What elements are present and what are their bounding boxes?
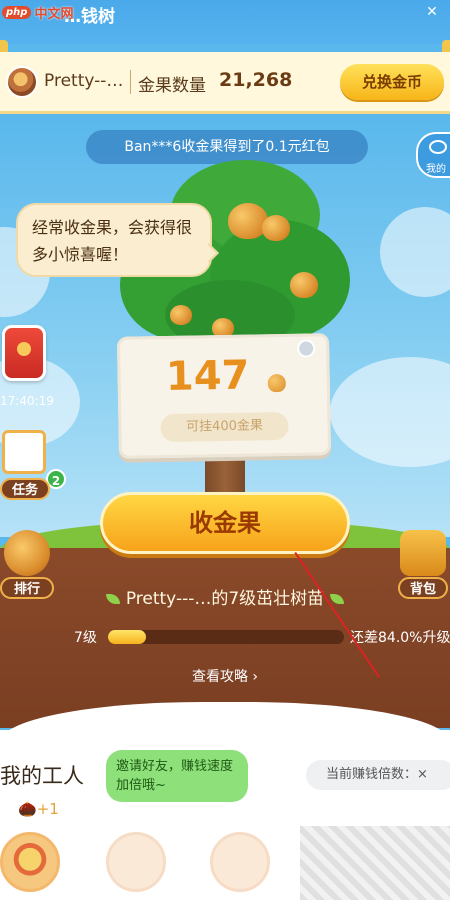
tree-level-title: Pretty---…的7级茁壮树苗 [0,584,450,609]
avatar[interactable] [6,66,38,98]
mine-button[interactable]: 我的 [416,132,450,178]
tasks-button[interactable]: 任务 [0,478,50,500]
upgrade-remaining: 还差84.0%升级 [350,630,450,646]
collect-fruit-button[interactable]: 收金果 [100,492,350,554]
page-title: …钱树 [64,7,115,27]
top-bar: php 中文网 …钱树 ✕ [0,0,450,44]
leaf-icon [330,594,345,604]
level-progress-fill [108,630,146,644]
divider [130,70,131,94]
earning-multiplier: 当前赚钱倍数：× [306,760,450,790]
workers-title: 我的工人 [0,764,84,788]
mine-label: 我的 [426,164,446,175]
close-icon[interactable]: ✕ [424,4,440,20]
cloud [380,207,450,297]
board-capacity: 可挂400金果 [160,411,289,443]
view-guide-link[interactable]: 查看攻略 › [0,666,450,686]
worker-bonus: 🌰+1 [18,800,59,818]
fruit-board: 147 可挂400金果 [116,333,332,459]
watermark-badge: php [2,5,32,19]
user-info-bar: Pretty--… 金果数量 21,268 兑换金币 [0,52,450,114]
worker-slot-empty[interactable] [210,832,270,892]
exchange-coins-button[interactable]: 兑换金币 [340,64,444,100]
blurred-region [300,826,450,900]
reward-ticker: Ban***6收金果得到了0.1元红包 [86,130,368,164]
tip-bubble: 经常收金果，会获得很多小惊喜喔！ [16,203,212,277]
username: Pretty--… [44,71,124,91]
task-calendar-icon[interactable] [2,430,46,474]
red-packet-icon[interactable] [2,325,46,381]
golden-fruit[interactable] [262,215,290,241]
worker-bonus-value: +1 [36,800,59,818]
cloud [330,357,450,467]
pin-icon [297,339,316,358]
tree-owner-text: Pretty---…的7级茁壮树苗 [125,589,325,609]
ranking-icon[interactable] [4,530,50,576]
worker-slot-empty[interactable] [106,832,166,892]
tree-level: 7级 [74,630,97,646]
countdown-timer: 17:40:19 [0,394,54,408]
fruit-count-value: 21,268 [219,69,293,91]
fruit-count-label: 金果数量 [138,76,206,96]
acorn-icon [267,373,286,393]
golden-fruit[interactable] [290,272,318,298]
invite-friends-bubble[interactable]: 邀请好友，赚钱速度加倍哦~ [106,750,248,802]
site-watermark: php 中文网 [2,2,73,22]
level-progress-bar [108,630,344,644]
leaf-icon [105,594,120,604]
golden-fruit[interactable] [170,305,192,325]
eye-icon [429,140,447,154]
worker-avatar[interactable] [0,832,60,892]
backpack-icon[interactable] [400,530,446,576]
